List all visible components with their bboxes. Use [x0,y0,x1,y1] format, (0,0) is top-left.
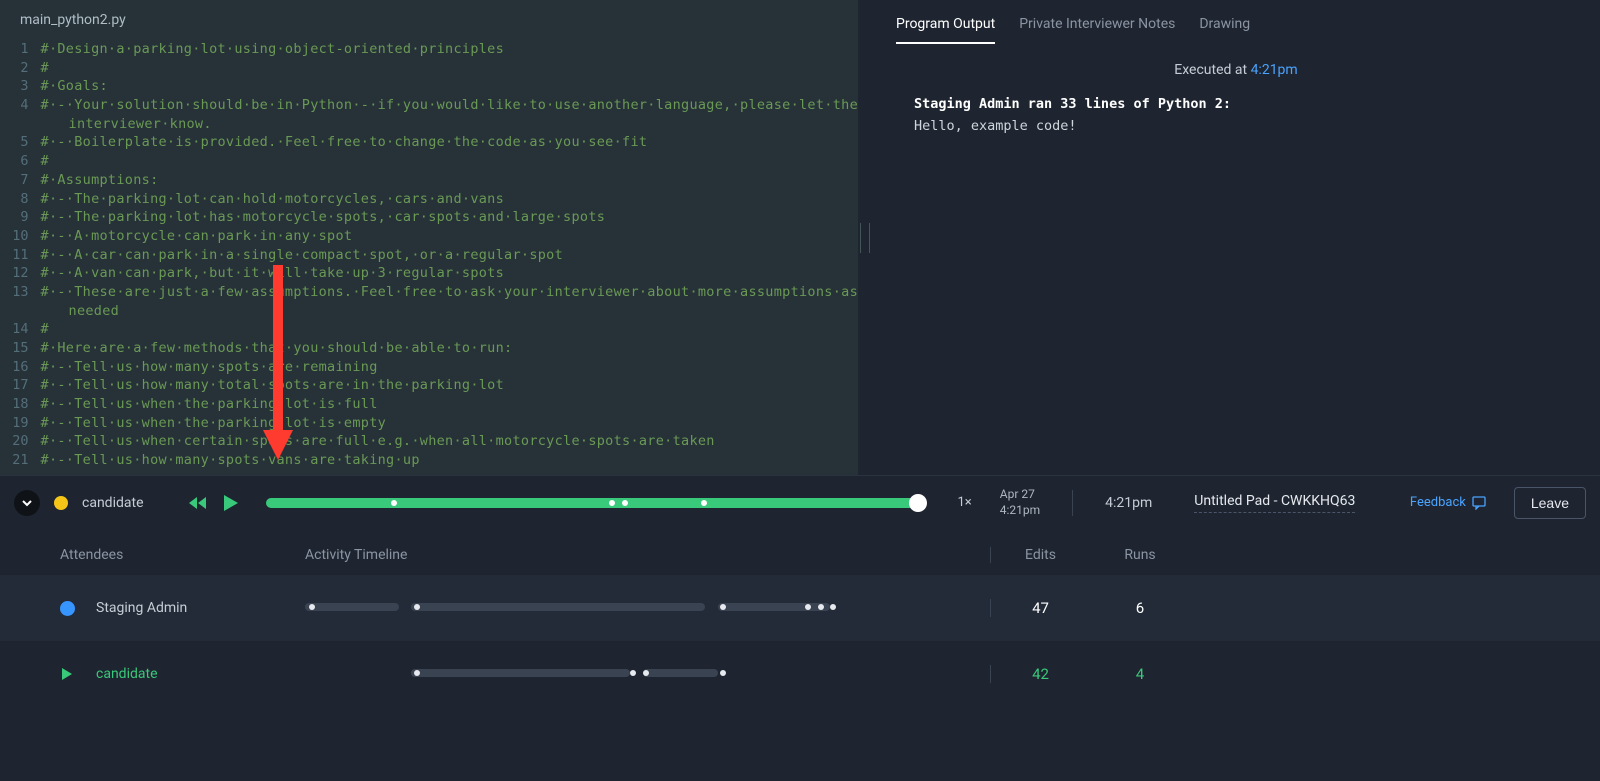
attendee-name: candidate [96,666,305,682]
candidate-label: candidate [82,495,144,511]
editor-tab[interactable]: main_python2.py [0,0,858,38]
runs-count: 4 [1090,665,1190,683]
tab-drawing[interactable]: Drawing [1199,10,1250,44]
feedback-link[interactable]: Feedback [1410,495,1486,510]
tab-private-notes[interactable]: Private Interviewer Notes [1019,10,1175,44]
output-pane: Program Output Private Interviewer Notes… [872,0,1600,475]
table-row[interactable]: Staging Admin 476 [0,575,1600,641]
th-activity: Activity Timeline [305,547,930,563]
code-area[interactable]: 123456789101112131415161718192021 #·Desi… [0,38,858,475]
activity-timeline [305,603,930,613]
pane-divider[interactable] [858,0,872,475]
attendee-table: Attendees Activity Timeline Edits Runs S… [0,529,1600,707]
executed-at: Executed at 4:21pm [896,62,1576,78]
th-attendees: Attendees [60,547,305,563]
rewind-button[interactable] [188,492,210,514]
activity-timeline [305,669,930,679]
th-runs: Runs [1090,547,1190,563]
status-dot-icon [54,496,68,510]
edits-count: 47 [990,599,1090,617]
time-end: 4:21pm [1105,495,1152,511]
divider [1072,490,1073,516]
editor-pane: main_python2.py 123456789101112131415161… [0,0,858,475]
play-icon [60,667,74,681]
table-row[interactable]: candidate 424 [0,641,1600,707]
th-edits: Edits [990,547,1090,563]
user-dot-icon [60,601,75,616]
progress-head-icon[interactable] [909,494,927,512]
time-start: Apr 27 4:21pm [1000,487,1040,518]
collapse-button[interactable] [14,490,40,516]
speed-label[interactable]: 1× [958,495,972,510]
runs-count: 6 [1090,599,1190,617]
playback-bar: candidate 1× Apr 27 4:21pm 4:21pm Untitl… [0,475,1600,529]
progress-bar[interactable] [266,498,926,508]
program-output-text: Staging Admin ran 33 lines of Python 2: … [896,94,1576,137]
edits-count: 42 [990,665,1090,683]
attendee-name: Staging Admin [96,600,305,616]
output-tabs: Program Output Private Interviewer Notes… [896,10,1576,44]
pad-title[interactable]: Untitled Pad - CWKKHQ63 [1194,493,1355,513]
tab-program-output[interactable]: Program Output [896,10,995,44]
play-button[interactable] [220,492,242,514]
leave-button[interactable]: Leave [1514,487,1586,519]
